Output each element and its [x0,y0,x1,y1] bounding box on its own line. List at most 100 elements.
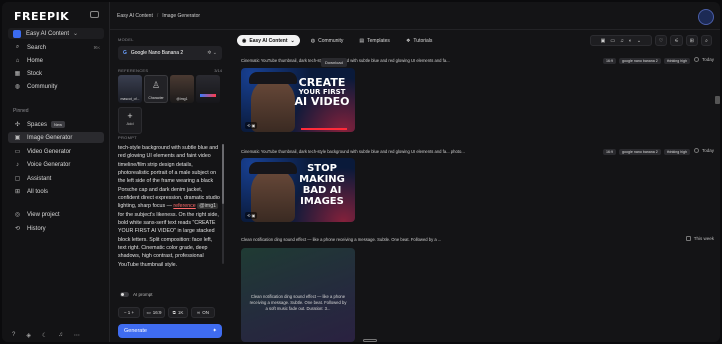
aspect-ratio-select[interactable]: ▭ 16:9 [143,307,165,318]
sidebar-item-search[interactable]: ⌕ Search ⌘K [8,42,104,53]
reference-thumb[interactable]: mascot_of... [118,75,142,103]
ai-prompt-toggle[interactable]: AI prompt [120,292,153,297]
model-name: Google Nano Banana 2 [130,50,184,56]
sidebar-item-label: Video Generator [27,148,71,155]
subject-cap [249,72,297,84]
sidebar-item-view-project[interactable]: ◎ View project [8,209,104,220]
result-image[interactable]: STOP MAKING BAD AI IMAGES ⟲ ▣ [241,158,355,222]
character-icon: ♙ [151,80,161,90]
tab-label: Templates [367,37,390,44]
sidebar-item-home[interactable]: ⌂ Home [8,55,104,66]
sidebar-item-label: Community [27,83,58,90]
tab-tutorials[interactable]: ❖ Tutorials [401,35,437,46]
add-reference-button[interactable]: + Add [118,107,142,134]
pinned-section-label: Pinned [13,108,29,114]
grid-view-icon[interactable]: ⊞ [685,35,698,46]
voice-icon: ♪ [16,161,19,168]
reference-color-strip [200,94,216,97]
resolution-icon: ⧉ [172,310,176,315]
search-icon: ⌕ [15,44,20,50]
top-bar: Easy AI Content / Image Generator [110,2,720,30]
tab-easy-ai-content[interactable]: ◉ Easy AI Content ⌄ [237,35,300,46]
subject-cap [249,162,297,174]
google-icon: G [123,50,127,56]
media-filter[interactable]: ▣ ▭ ♫ ◐ ⌄ [589,35,652,46]
result-time: This week [685,236,714,241]
toggle-value: ON [202,310,209,315]
tutorials-icon: ❖ [405,37,411,44]
sidebar-toggle-icon[interactable] [90,11,99,18]
sidebar-item-assistant[interactable]: ▢ Assistant [8,173,104,184]
generate-label: Generate [124,328,147,334]
sidebar-item-history[interactable]: ⟲ History [8,223,104,234]
headline-line: MAKING [299,174,345,185]
help-icon[interactable]: ? [12,332,15,339]
chevron-down-icon: ⌄ [636,37,642,44]
workspace-switcher[interactable]: Easy AI Content ⌄ [8,28,104,39]
sidebar-item-all-tools[interactable]: ⊞ All tools [8,186,104,197]
tab-community[interactable]: ◍ Community [306,35,349,46]
generate-button[interactable]: Generate ✦ [118,324,222,338]
more-icon[interactable]: ⋯ [74,332,80,339]
image-actions[interactable]: ⟲ ▣ [245,212,258,219]
spaces-icon: ✣ [14,122,21,128]
favorite-icon[interactable]: ♡ [654,35,668,46]
prompt-label: PROMPT [118,135,137,140]
sidebar-footer: ? ◈ ☾ ♫ ⋯ [12,332,80,339]
prompt-textarea[interactable]: tech-style background with subtle blue a… [118,144,221,291]
select-checkbox[interactable] [693,57,699,62]
model-select[interactable]: G Google Nano Banana 2 ✲ ⌄ [118,46,222,60]
image-icon: ▣ [14,135,21,141]
sidebar-item-stock[interactable]: ▦ Stock [8,68,104,79]
sidebar-item-image-generator[interactable]: ▣ Image Generator [8,132,104,143]
toggle-switch[interactable] [120,292,129,297]
panel-expand-handle[interactable] [715,96,720,104]
sidebar-item-video-generator[interactable]: ▭ Video Generator [8,146,104,157]
scroll-handle[interactable] [363,339,377,342]
sidebar-item-voice-generator[interactable]: ♪ Voice Generator [8,159,104,170]
new-badge: New [51,121,66,128]
settings-icon[interactable]: ✲ ⌄ [207,50,217,56]
moon-icon[interactable]: ☾ [42,332,47,339]
avatar[interactable] [698,9,714,25]
tag-thinking: thinking high [663,149,690,155]
scrollbar-thumb[interactable] [222,144,224,204]
breadcrumb-project[interactable]: Easy AI Content [117,13,153,19]
sidebar-item-label: Search [27,44,47,51]
prompt-reference-link[interactable]: reference [173,203,195,209]
reference-thumb[interactable]: @img1 [170,75,194,103]
layers-icon[interactable]: ◈ [26,332,31,339]
result-prompt: Cinematic YouTube thumbnail, dark tech-s… [241,149,465,154]
select-checkbox[interactable] [685,236,691,241]
view-toolbar: ▣ ▭ ♫ ◐ ⌄ ♡ ⚟ ⊞ ⌕ [589,35,712,46]
video-filter-icon: ▭ [610,37,616,44]
prompt-scrollbar[interactable] [222,144,224,264]
reference-caption: Character [148,96,164,100]
audio-result-card[interactable]: Clean notification ding sound effect — l… [241,248,355,342]
image-actions[interactable]: ⟲ ▣ [245,122,258,129]
references-label: REFERENCES [118,68,149,73]
sidebar-item-spaces[interactable]: ✣ Spaces New [8,119,104,130]
headline-line: STOP [307,163,337,174]
video-icon: ▭ [14,149,21,155]
generation-controls: − 1 + ▭ 16:9 ⧉ 1K ∞ ON [118,307,222,318]
sidebar: FREEPIK Easy AI Content ⌄ ⌕ Search ⌘K ⌂ … [2,2,110,342]
search-icon[interactable]: ⌕ [701,35,712,46]
assistant-icon: ▢ [14,176,21,182]
sidebar-item-community[interactable]: ◍ Community [8,81,104,92]
tag-ratio: 16:9 [603,58,617,64]
prompt-image-chip[interactable]: @img1 [197,203,219,210]
bell-icon[interactable]: ♫ [58,332,63,339]
count-stepper[interactable]: − 1 + [118,307,140,318]
tag-model: google nano banana 2 [619,149,661,155]
filter-icon[interactable]: ⚟ [670,35,683,46]
result-image[interactable]: CREATE YOUR FIRST AI VIDEO ⟲ ▣ [241,68,355,132]
reference-character[interactable]: ♙ Character [144,75,168,103]
reference-thumb[interactable] [196,75,220,103]
freepik-logo[interactable]: FREEPIK [14,10,69,23]
select-checkbox[interactable] [693,148,699,153]
tab-templates[interactable]: ▤ Templates [354,35,395,46]
resolution-select[interactable]: ⧉ 1K [168,307,188,318]
link-toggle[interactable]: ∞ ON [191,307,215,318]
tag-ratio: 16:9 [603,149,617,155]
